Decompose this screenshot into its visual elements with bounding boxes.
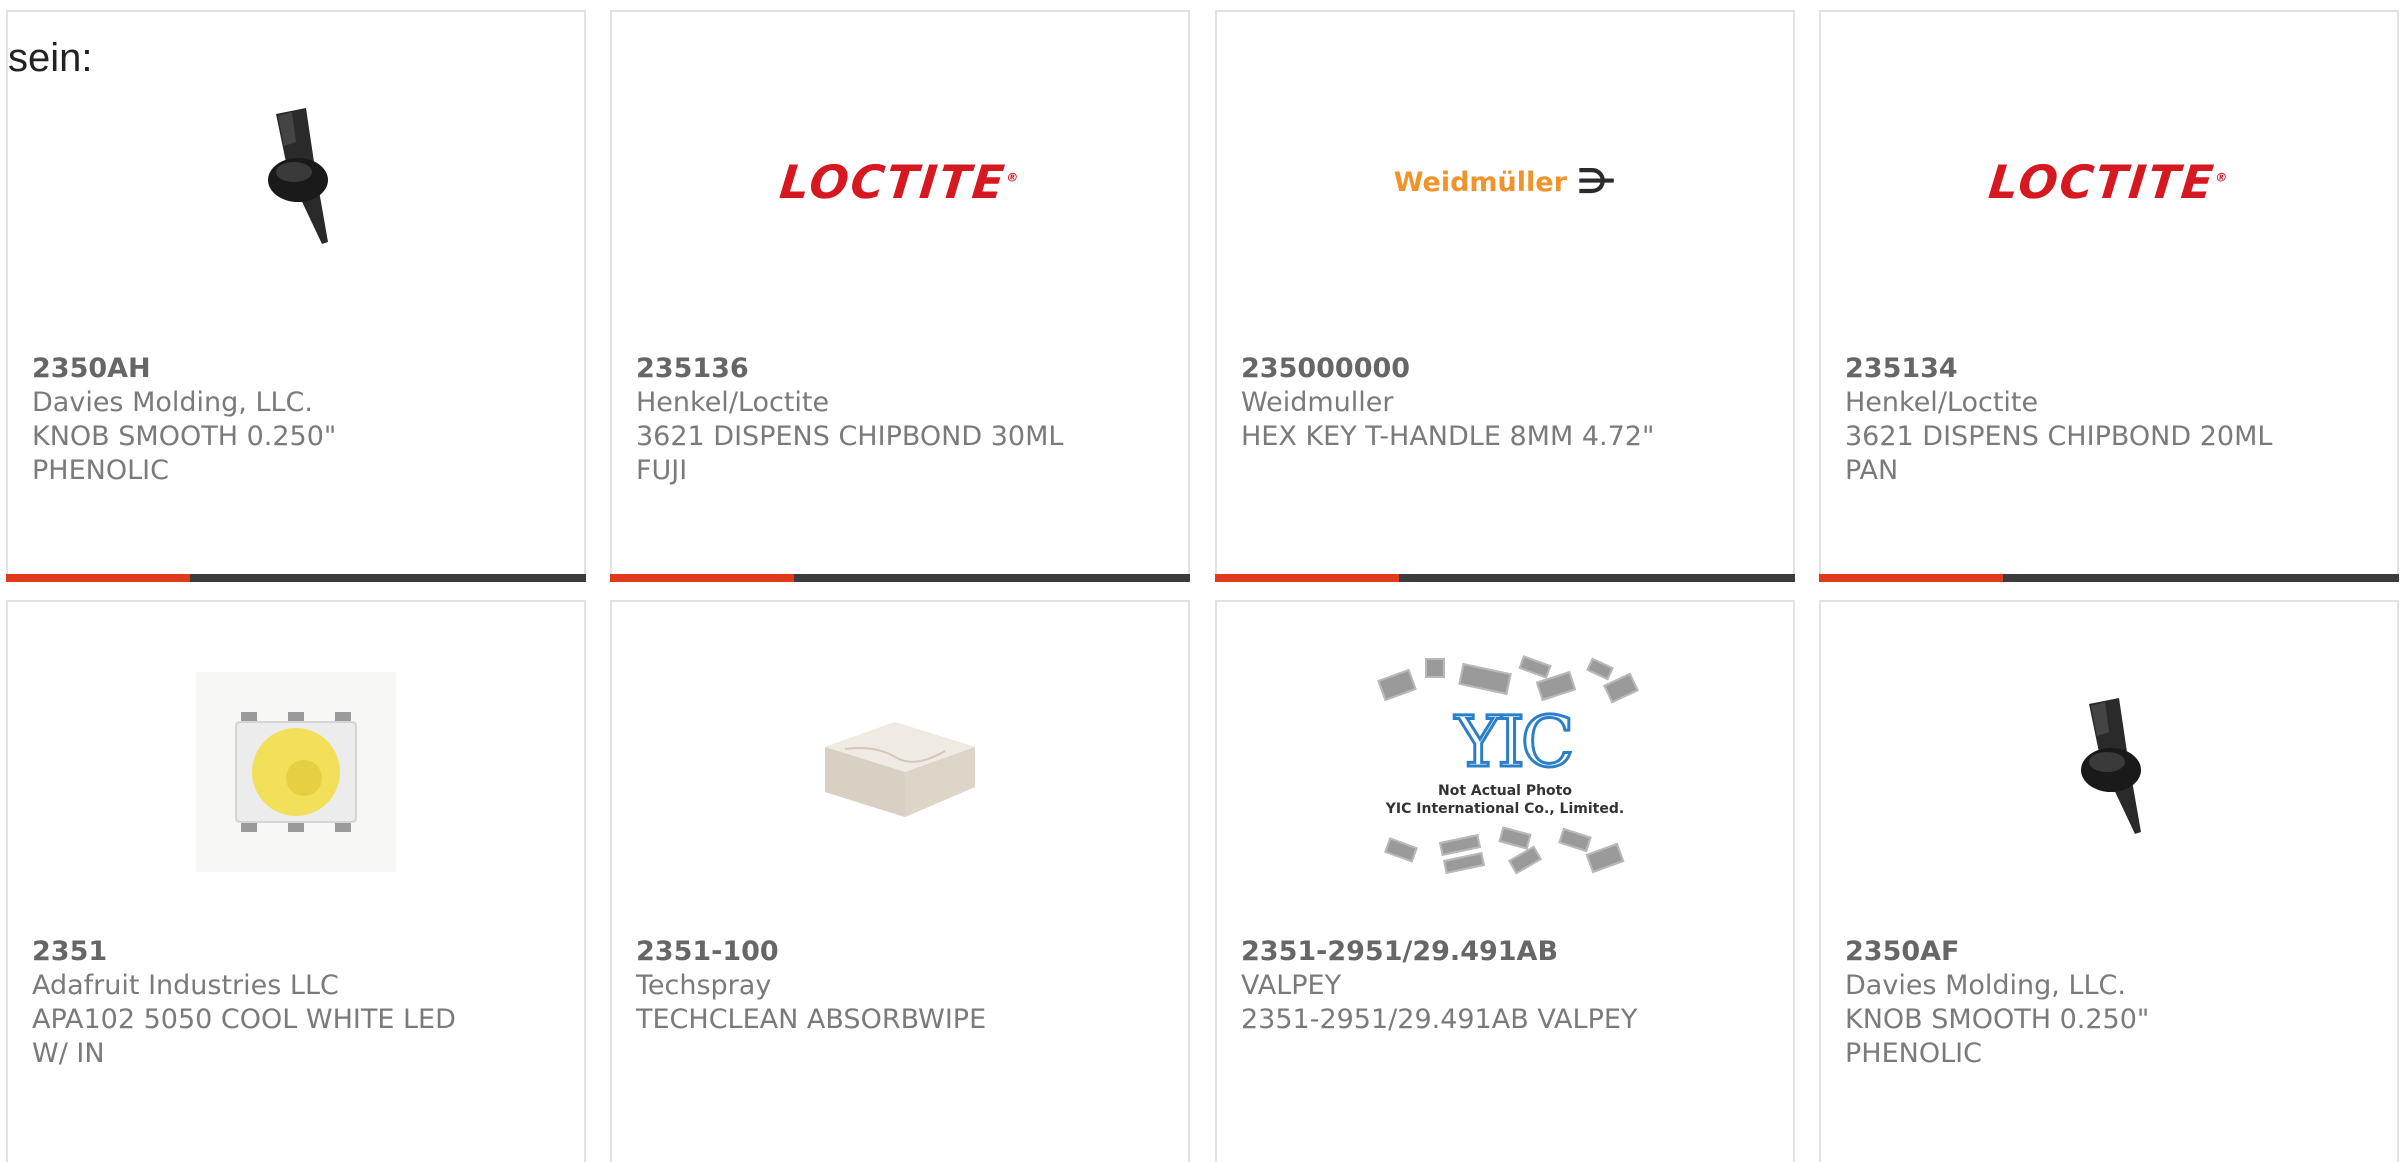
- yic-logo: YIC: [1454, 701, 1576, 783]
- description: APA102 5050 COOL WHITE LED W/ IN: [32, 1004, 456, 1069]
- part-number[interactable]: 2351: [32, 935, 560, 969]
- card-accent-bar: [1215, 574, 1795, 582]
- product-info: 235136 Henkel/Loctite 3621 DISPENS CHIPB…: [636, 352, 1164, 488]
- product-card[interactable]: 2351 Adafruit Industries LLC APA102 5050…: [6, 600, 586, 1162]
- manufacturer: VALPEY: [1241, 970, 1342, 1001]
- wipe-icon: [825, 722, 975, 817]
- product-info: 2351-100 Techspray TECHCLEAN ABSORBWIPE: [636, 935, 1164, 1037]
- description: HEX KEY T-HANDLE 8MM 4.72": [1241, 421, 1655, 452]
- part-number[interactable]: 2350AF: [1845, 935, 2373, 969]
- manufacturer: Adafruit Industries LLC: [32, 970, 339, 1001]
- product-info: 235000000 Weidmuller HEX KEY T-HANDLE 8M…: [1241, 352, 1769, 454]
- manufacturer: Henkel/Loctite: [636, 387, 830, 418]
- product-image[interactable]: LOCTITE®: [1821, 72, 2397, 292]
- part-number[interactable]: 235000000: [1241, 352, 1769, 386]
- card-accent-bar: [610, 574, 1190, 582]
- product-card[interactable]: 2350AH Davies Molding, LLC. KNOB SMOOTH …: [6, 10, 586, 582]
- weidmuller-mark-icon: ⋺: [1576, 162, 1617, 202]
- part-number[interactable]: 235134: [1845, 352, 2373, 386]
- product-image[interactable]: [1821, 652, 2397, 892]
- manufacturer: Davies Molding, LLC.: [32, 387, 313, 418]
- description: KNOB SMOOTH 0.250" PHENOLIC: [32, 421, 337, 486]
- product-image[interactable]: [8, 652, 584, 892]
- part-number[interactable]: 235136: [636, 352, 1164, 386]
- loctite-logo: LOCTITE®: [1986, 155, 2231, 209]
- product-image[interactable]: YIC Not Actual Photo YIC International C…: [1217, 652, 1793, 892]
- lead-text: sein:: [8, 36, 93, 80]
- card-accent-bar: [1819, 574, 2399, 582]
- product-grid-page: sein: 2350AH Davies Molding, LLC. KNOB S…: [0, 0, 2400, 1162]
- description: TECHCLEAN ABSORBWIPE: [636, 1004, 987, 1035]
- part-number[interactable]: 2350AH: [32, 352, 560, 386]
- product-card[interactable]: 2350AF Davies Molding, LLC. KNOB SMOOTH …: [1819, 600, 2399, 1162]
- knob-icon: [268, 108, 328, 244]
- product-info: 235134 Henkel/Loctite 3621 DISPENS CHIPB…: [1845, 352, 2373, 488]
- placeholder-caption: Not Actual Photo YIC International Co., …: [1385, 783, 1625, 817]
- product-image[interactable]: [612, 652, 1188, 892]
- manufacturer: Henkel/Loctite: [1845, 387, 2039, 418]
- product-card[interactable]: YIC Not Actual Photo YIC International C…: [1215, 600, 1795, 1162]
- product-card[interactable]: LOCTITE® 235134 Henkel/Loctite 3621 DISP…: [1819, 10, 2399, 582]
- part-number[interactable]: 2351-2951/29.491AB: [1241, 935, 1769, 969]
- manufacturer: Techspray: [636, 970, 772, 1001]
- product-info: 2350AF Davies Molding, LLC. KNOB SMOOTH …: [1845, 935, 2373, 1071]
- product-card[interactable]: LOCTITE® 235136 Henkel/Loctite 3621 DISP…: [610, 10, 1190, 582]
- product-image[interactable]: LOCTITE®: [612, 72, 1188, 292]
- product-info: 2350AH Davies Molding, LLC. KNOB SMOOTH …: [32, 352, 560, 488]
- manufacturer: Davies Molding, LLC.: [1845, 970, 2126, 1001]
- product-info: 2351-2951/29.491AB VALPEY 2351-2951/29.4…: [1241, 935, 1769, 1037]
- product-image[interactable]: Weidmüller ⋺: [1217, 72, 1793, 292]
- description: 3621 DISPENS CHIPBOND 30ML FUJI: [636, 421, 1064, 486]
- part-number[interactable]: 2351-100: [636, 935, 1164, 969]
- not-actual-photo-placeholder: YIC Not Actual Photo YIC International C…: [1370, 652, 1640, 892]
- manufacturer: Weidmuller: [1241, 387, 1394, 418]
- product-image[interactable]: [8, 72, 584, 292]
- loctite-logo: LOCTITE®: [777, 155, 1022, 209]
- knob-icon: [2081, 698, 2141, 834]
- product-info: 2351 Adafruit Industries LLC APA102 5050…: [32, 935, 560, 1071]
- product-card[interactable]: 2351-100 Techspray TECHCLEAN ABSORBWIPE: [610, 600, 1190, 1162]
- weidmuller-logo: Weidmüller ⋺: [1393, 162, 1617, 202]
- card-accent-bar: [6, 574, 586, 582]
- description: KNOB SMOOTH 0.250" PHENOLIC: [1845, 1004, 2150, 1069]
- description: 3621 DISPENS CHIPBOND 20ML PAN: [1845, 421, 2273, 486]
- product-card[interactable]: Weidmüller ⋺ 235000000 Weidmuller HEX KE…: [1215, 10, 1795, 582]
- led-icon: [196, 672, 396, 872]
- description: 2351-2951/29.491AB VALPEY: [1241, 1004, 1638, 1035]
